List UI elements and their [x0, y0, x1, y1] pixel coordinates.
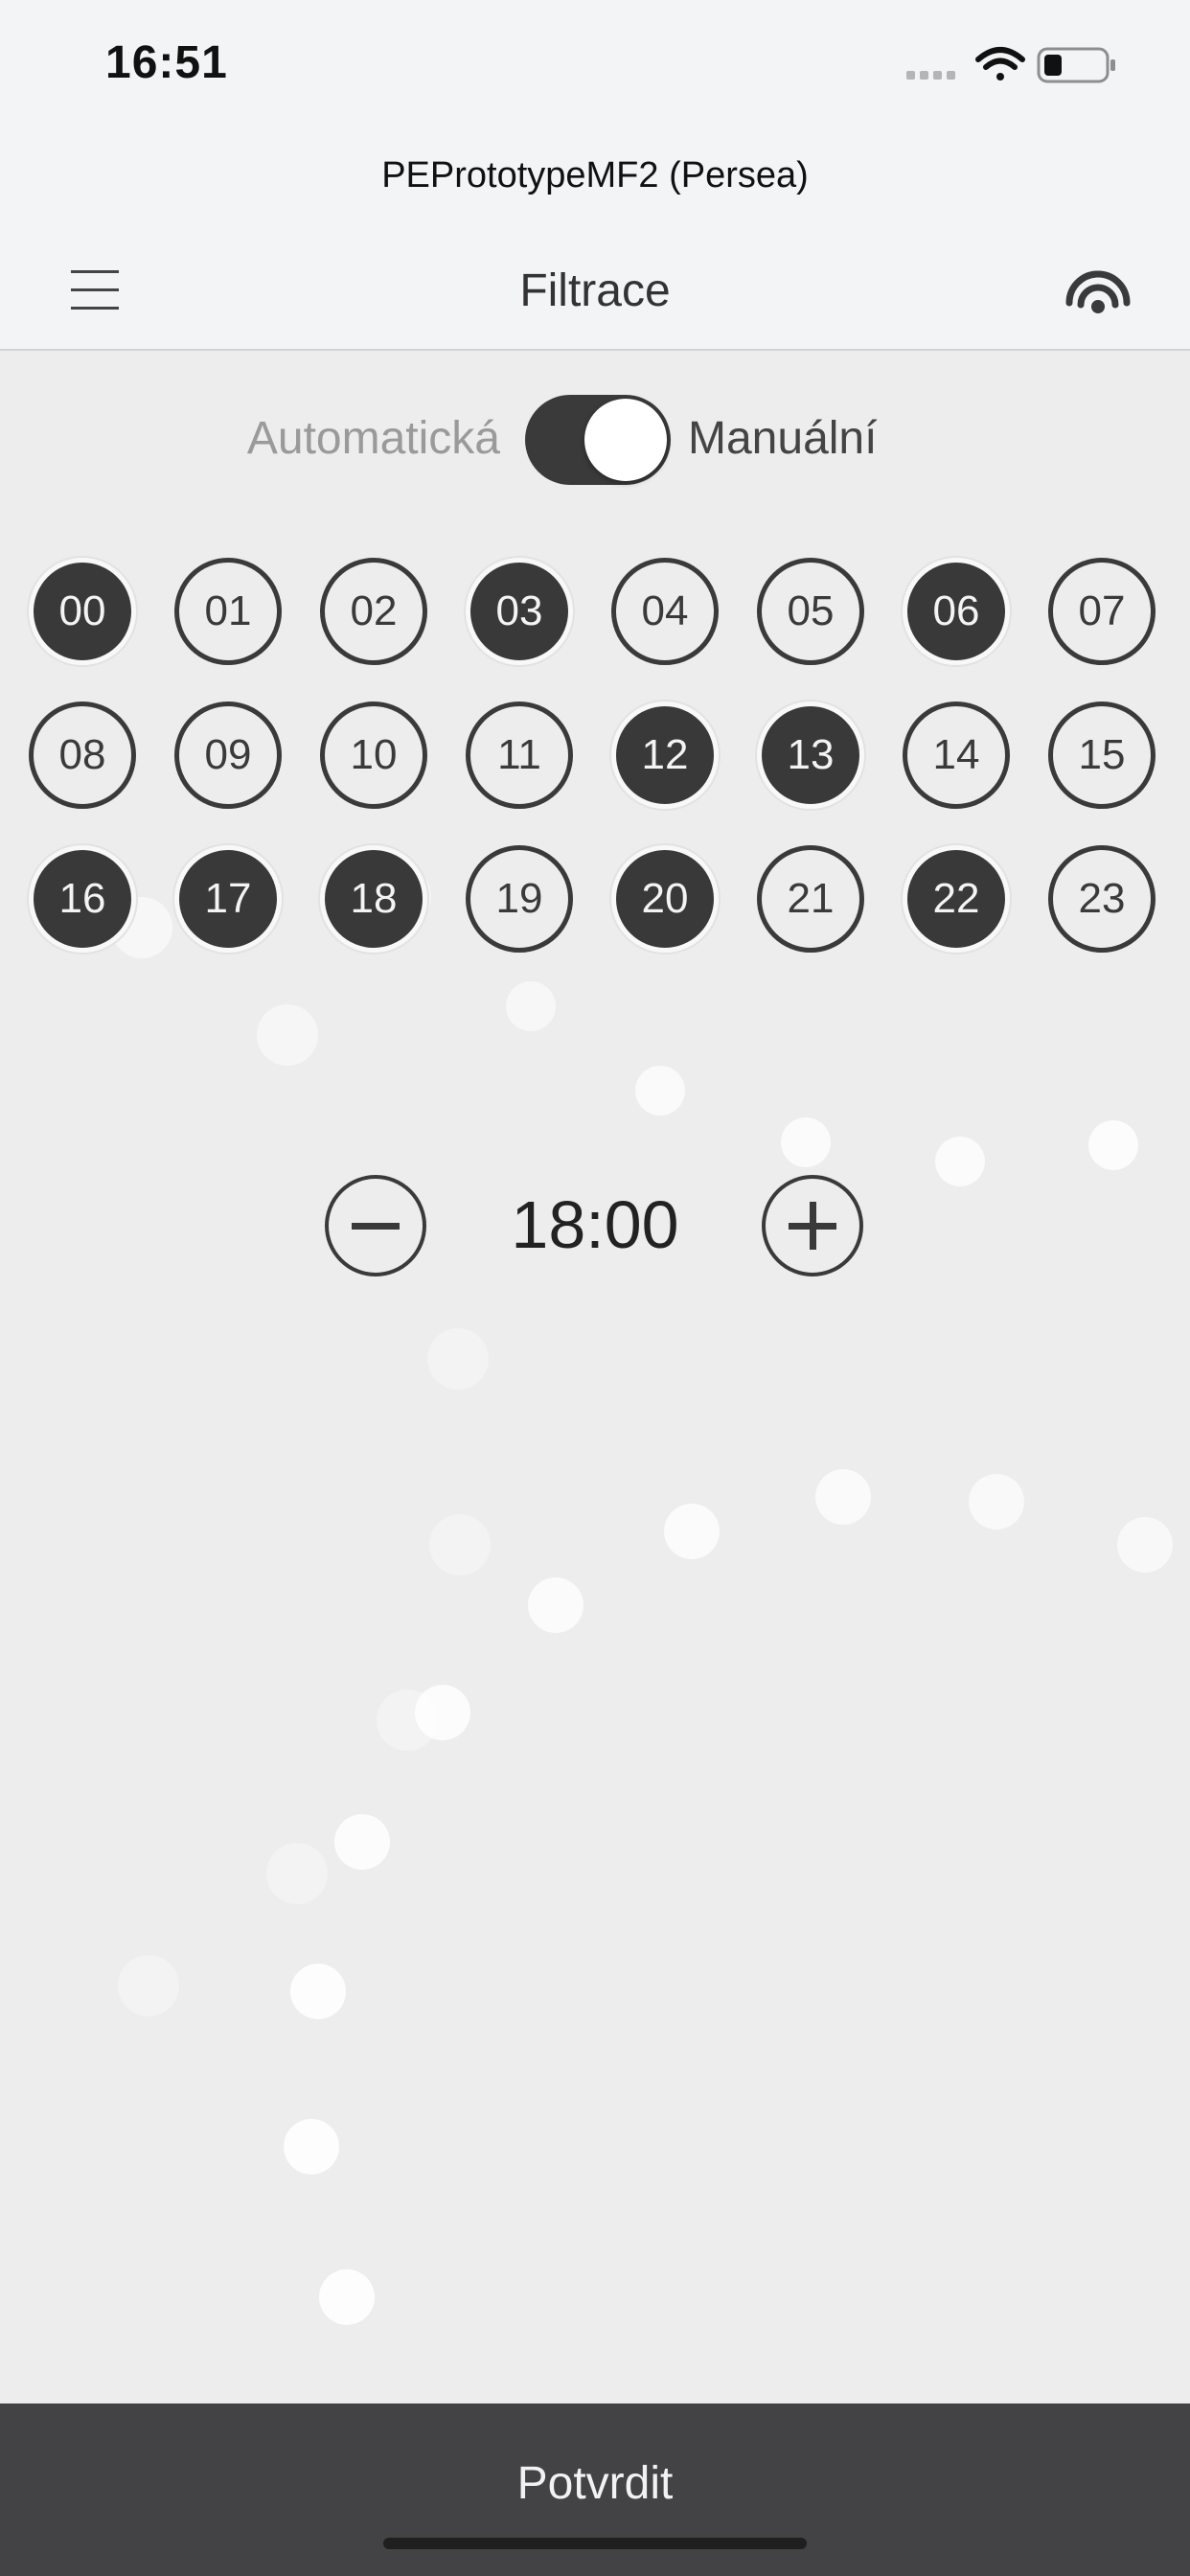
- wifi-icon: [975, 47, 1025, 80]
- device-name: PEPrototypeMF2 (Persea): [381, 155, 809, 196]
- hour-button-12[interactable]: 12: [611, 702, 719, 809]
- time-value: 18:00: [511, 1187, 679, 1262]
- page-title: Filtrace: [519, 265, 671, 316]
- hour-button-11[interactable]: 11: [466, 702, 573, 809]
- confirm-label: Potvrdit: [516, 2458, 674, 2509]
- hour-button-09[interactable]: 09: [174, 702, 282, 809]
- hour-button-03[interactable]: 03: [466, 558, 573, 665]
- hour-button-13[interactable]: 13: [757, 702, 864, 809]
- hour-button-10[interactable]: 10: [320, 702, 427, 809]
- hour-button-04[interactable]: 04: [611, 558, 719, 665]
- hour-button-06[interactable]: 06: [903, 558, 1010, 665]
- mode-automatic-label: Automatická: [246, 413, 500, 464]
- hour-button-01[interactable]: 01: [174, 558, 282, 665]
- mode-switch-row: Automatická Manuální: [0, 383, 1190, 498]
- hour-button-23[interactable]: 23: [1048, 845, 1156, 953]
- battery-icon: [1037, 47, 1115, 83]
- hour-button-16[interactable]: 16: [29, 845, 136, 953]
- hour-button-15[interactable]: 15: [1048, 702, 1156, 809]
- signal-broadcast-icon[interactable]: [1060, 264, 1136, 322]
- hour-button-17[interactable]: 17: [174, 845, 282, 953]
- home-indicator: [383, 2538, 807, 2549]
- navigation-bar: Filtrace: [0, 230, 1190, 351]
- hour-button-00[interactable]: 00: [29, 558, 136, 665]
- plus-button[interactable]: [762, 1175, 863, 1276]
- mode-toggle[interactable]: [525, 395, 671, 485]
- hour-button-22[interactable]: 22: [903, 845, 1010, 953]
- hour-button-21[interactable]: 21: [757, 845, 864, 953]
- device-bar: PEPrototypeMF2 (Persea): [0, 125, 1190, 230]
- hour-button-07[interactable]: 07: [1048, 558, 1156, 665]
- hour-button-02[interactable]: 02: [320, 558, 427, 665]
- hour-button-20[interactable]: 20: [611, 845, 719, 953]
- status-time: 16:51: [105, 37, 228, 88]
- toggle-knob: [584, 399, 667, 481]
- mode-manual-label: Manuální: [688, 413, 878, 464]
- cellular-signal-icon: [906, 71, 955, 80]
- time-selector: 18:00: [0, 1171, 1190, 1286]
- status-bar: 16:51: [0, 0, 1190, 125]
- status-icons: [906, 42, 1127, 88]
- hour-button-08[interactable]: 08: [29, 702, 136, 809]
- hour-button-05[interactable]: 05: [757, 558, 864, 665]
- hour-button-19[interactable]: 19: [466, 845, 573, 953]
- hour-button-14[interactable]: 14: [903, 702, 1010, 809]
- confirm-button[interactable]: Potvrdit: [0, 2404, 1190, 2576]
- hour-button-18[interactable]: 18: [320, 845, 427, 953]
